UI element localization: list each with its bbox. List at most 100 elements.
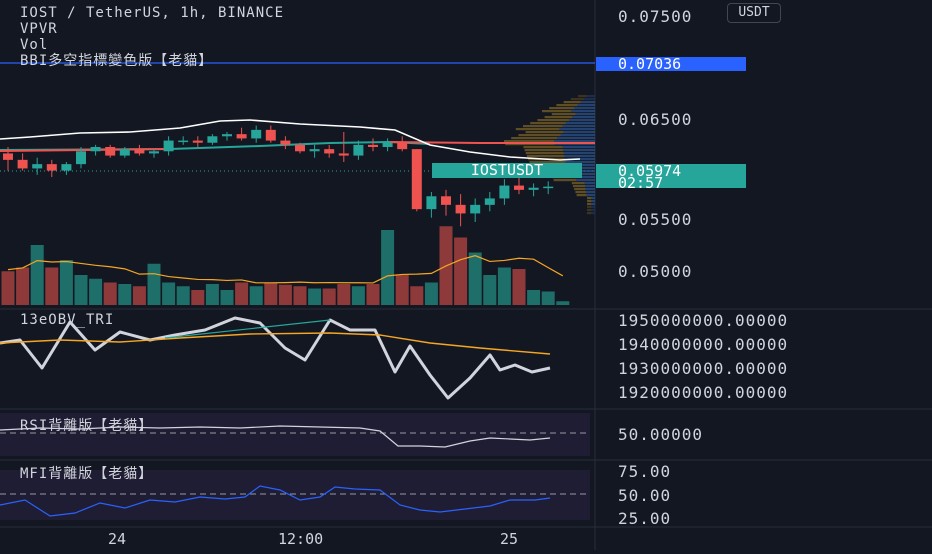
price-label-1: 0.06500 <box>618 110 693 129</box>
candle-body <box>149 151 159 154</box>
vpvr-bar-up <box>587 212 592 215</box>
price-label-2: 0.05500 <box>618 210 693 229</box>
vpvr-indicator-label[interactable]: VPVR <box>20 21 284 37</box>
vpvr-bar-down <box>591 203 595 206</box>
volume-bar <box>191 290 205 305</box>
candle-body <box>3 153 13 160</box>
rsi-pane-title[interactable]: RSI背離版【老貓】 <box>20 415 153 435</box>
obv-label-2: 1930000000.00000 <box>618 359 789 378</box>
candle-body <box>455 204 466 214</box>
rsi-label: 50.00000 <box>618 425 704 444</box>
chart-legend: IOST / TetherUS, 1h, BINANCE VPVR Vol BB… <box>20 5 284 69</box>
vpvr-bar-down <box>575 113 595 116</box>
candle-body <box>426 196 437 210</box>
volume-bar <box>483 275 497 305</box>
vpvr-bar-up <box>523 125 563 128</box>
vpvr-bar-up <box>515 128 560 131</box>
volume-bars <box>1 226 570 305</box>
mfi-pane-title[interactable]: MFI背離版【老貓】 <box>20 463 153 483</box>
volume-bar <box>454 237 468 305</box>
vpvr-bar-up <box>578 95 588 98</box>
vpvr-bar-up <box>523 146 563 149</box>
vpvr-bar-down <box>576 179 595 182</box>
candle-body <box>17 159 28 169</box>
trading-chart[interactable]: IOST / TetherUS, 1h, BINANCE VPVR Vol BB… <box>0 0 932 550</box>
vpvr-bar-down <box>585 185 595 188</box>
vpvr-bar-down <box>591 200 595 203</box>
candle-body <box>309 149 320 152</box>
obv-pane-title[interactable]: 13eOBV_TRI <box>20 312 114 328</box>
volume-bar <box>89 278 103 305</box>
volume-bar <box>322 288 336 305</box>
volume-bar <box>541 291 555 305</box>
ma-white-line <box>0 119 581 161</box>
mfi-label-1: 50.00 <box>618 486 672 505</box>
vpvr-bar-down <box>557 137 595 140</box>
vpvr-bar-up <box>553 179 577 182</box>
vpvr-bar-up <box>524 149 564 152</box>
candle-body <box>514 185 524 190</box>
vpvr-bar-down <box>571 110 595 113</box>
candle-body <box>119 149 130 156</box>
vpvr-bar-up <box>587 197 592 200</box>
candle-body <box>90 147 101 152</box>
symbol-title[interactable]: IOST / TetherUS, 1h, BINANCE <box>20 5 284 21</box>
candle-body <box>382 142 393 147</box>
candle-body <box>470 204 481 214</box>
volume-bar <box>497 267 511 305</box>
candle-body <box>499 185 510 199</box>
volume-bar <box>351 286 365 305</box>
vpvr-bar-down <box>591 212 595 215</box>
vpvr-bar-up <box>587 206 592 209</box>
vpvr-bar-up <box>525 152 564 155</box>
vpvr-bar-down <box>577 104 595 107</box>
vpvr-bar-up <box>587 209 592 212</box>
obv-divergence-line <box>164 319 331 339</box>
candle-body <box>105 147 116 156</box>
candle-body <box>543 186 554 189</box>
candle-body <box>76 151 86 165</box>
volume-bar <box>220 290 234 305</box>
volume-bar <box>381 230 395 305</box>
price-label-3: 0.05000 <box>618 262 693 281</box>
candle-body <box>178 140 189 143</box>
vpvr-bar-down <box>563 152 595 155</box>
vpvr-bar-up <box>525 131 564 134</box>
volume-bar <box>556 301 570 305</box>
vpvr-bar-down <box>584 98 595 101</box>
volume-bar <box>74 275 88 305</box>
vpvr-bar-down <box>563 149 595 152</box>
vpvr-bar-down <box>554 140 595 143</box>
vpvr-bar-down <box>569 119 595 122</box>
candle-body <box>295 144 305 152</box>
vpvr-bar-down <box>562 125 595 128</box>
symbol-price-tag: IOSTUSDT <box>432 163 582 178</box>
candle-body <box>484 198 495 205</box>
volume-bar <box>132 286 146 305</box>
vpvr-bar-down <box>560 134 595 137</box>
vpvr-bar-down <box>565 122 595 125</box>
volume-indicator-label[interactable]: Vol <box>20 37 284 53</box>
volume-bar <box>147 263 161 305</box>
candle-body <box>368 144 378 147</box>
volume-bar <box>59 260 73 305</box>
obv-label-1: 1940000000.00000 <box>618 335 789 354</box>
volume-bar <box>30 245 44 305</box>
bbi-indicator-label[interactable]: BBI多空指標變色版【老貓】 <box>20 53 284 69</box>
vpvr-bar-down <box>562 146 595 149</box>
vpvr-bar-down <box>574 107 595 110</box>
vpvr-bar-up <box>576 194 587 197</box>
volume-bar <box>1 271 15 305</box>
volume-bar <box>468 252 482 305</box>
volume-bar <box>366 284 380 305</box>
vpvr-bar-up <box>587 200 592 203</box>
vpvr-bar-up <box>574 188 586 191</box>
vpvr-bar-up <box>563 101 581 104</box>
vpvr-bar-down <box>586 191 595 194</box>
currency-button[interactable]: USDT <box>727 3 781 23</box>
vpvr-bar-up <box>537 119 570 122</box>
vpvr-bar-up <box>587 203 592 206</box>
candle-body <box>207 136 218 143</box>
mfi-label-0: 75.00 <box>618 462 672 481</box>
mfi-label-2: 25.00 <box>618 509 672 528</box>
